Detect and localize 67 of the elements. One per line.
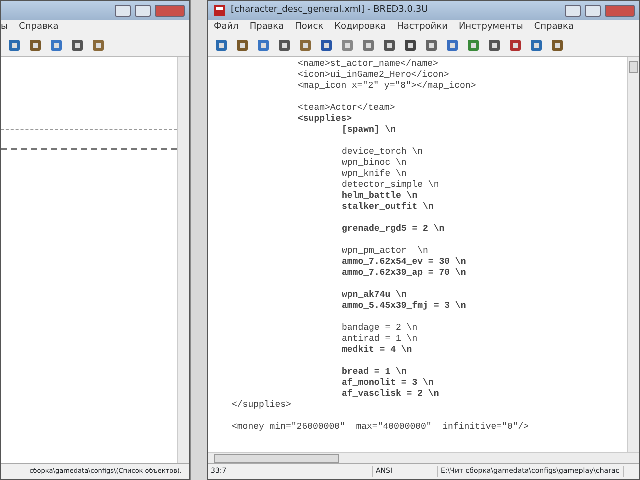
toolbar-icon[interactable] xyxy=(508,38,523,53)
minimize-button[interactable] xyxy=(115,4,131,16)
scrollbar[interactable] xyxy=(627,57,639,452)
code-line: bread = 1 \n xyxy=(342,367,407,377)
code-line: medkit = 4 \n xyxy=(342,345,412,355)
app-icon xyxy=(212,3,227,18)
code-line: detector_simple \n xyxy=(342,180,440,190)
toolbar-icon[interactable] xyxy=(7,38,22,53)
maximize-button[interactable] xyxy=(135,4,151,16)
toolbar-icon[interactable] xyxy=(256,38,271,53)
close-button[interactable] xyxy=(605,4,635,16)
code-line: helm_battle \n xyxy=(342,191,418,201)
toolbar-icon[interactable] xyxy=(382,38,397,53)
toolbar-icon[interactable] xyxy=(319,38,334,53)
code-line: ammo_5.45x39_fmj = 3 \n xyxy=(342,301,466,311)
toolbar-icon[interactable] xyxy=(91,38,106,53)
toolbar-icon[interactable] xyxy=(487,38,502,53)
toolbar-icon[interactable] xyxy=(214,38,229,53)
code-line: ammo_7.62x54_ev = 30 \n xyxy=(342,257,466,267)
code-line: wpn_knife \n xyxy=(342,169,407,179)
menu-item[interactable]: Кодировка xyxy=(334,20,386,34)
toolbar-icon[interactable] xyxy=(298,38,313,53)
code-line: wpn_ak74u \n xyxy=(342,290,407,300)
toolbar-icon[interactable] xyxy=(235,38,250,53)
toolbar-icon[interactable] xyxy=(361,38,376,53)
menu-item[interactable]: ы xyxy=(1,20,8,34)
code-line: af_monolit = 3 \n xyxy=(342,378,434,388)
code-line: <icon>ui_inGame2_Hero</icon> xyxy=(298,70,450,80)
toolbar-icon[interactable] xyxy=(445,38,460,53)
code-line: stalker_outfit \n xyxy=(342,202,434,212)
menu-item[interactable]: Инструменты xyxy=(458,20,524,34)
code-line: antirad = 1 \n xyxy=(342,334,418,344)
code-line: grenade_rgd5 = 2 \n xyxy=(342,224,445,234)
code-line: <money min="26000000" max="40000000" infinitive="0"/> xyxy=(232,422,530,432)
code-line: device_torch \n xyxy=(342,147,424,157)
code-line: [spawn] \n xyxy=(342,125,396,135)
toolbar-icon[interactable] xyxy=(529,38,544,53)
toolbar-icon[interactable] xyxy=(424,38,439,53)
scrollbar[interactable] xyxy=(208,452,639,463)
code-line: af_vasclisk = 2 \n xyxy=(342,389,440,399)
scrollbar[interactable] xyxy=(177,57,189,463)
close-button[interactable] xyxy=(155,4,185,16)
menu-item[interactable]: Настройки xyxy=(397,20,448,34)
toolbar-icon[interactable] xyxy=(466,38,481,53)
code-line: <name>st_actor_name</name> xyxy=(298,59,438,69)
code-line: <map_icon x="2" y="8"></map_icon> xyxy=(298,81,476,91)
toolbar-icon[interactable] xyxy=(28,38,43,53)
code-line: ammo_7.62x39_ap = 70 \n xyxy=(342,268,466,278)
menu-item[interactable]: Справка xyxy=(19,20,59,34)
code-line: <supplies> xyxy=(298,114,352,124)
window-title: [character_desc_general.xml] - BRED3.0.3U xyxy=(231,4,430,17)
toolbar-icon[interactable] xyxy=(403,38,418,53)
minimize-button[interactable] xyxy=(565,4,581,16)
maximize-button[interactable] xyxy=(585,4,601,16)
code-line: wpn_pm_actor \n xyxy=(342,246,428,256)
code-line: </supplies> xyxy=(232,400,292,410)
toolbar-icon[interactable] xyxy=(550,38,565,53)
toolbar-icon[interactable] xyxy=(277,38,292,53)
menu-item[interactable]: Поиск xyxy=(295,20,324,34)
menu-item[interactable]: Справка xyxy=(534,20,574,34)
toolbar-icon[interactable] xyxy=(49,38,64,53)
menu-item[interactable]: Правка xyxy=(250,20,284,34)
code-line: <team>Actor</team> xyxy=(298,103,396,113)
menu-item[interactable]: Файл xyxy=(214,20,239,34)
toolbar-icon[interactable] xyxy=(70,38,85,53)
code-line: wpn_binoc \n xyxy=(342,158,407,168)
code-line: bandage = 2 \n xyxy=(342,323,418,333)
